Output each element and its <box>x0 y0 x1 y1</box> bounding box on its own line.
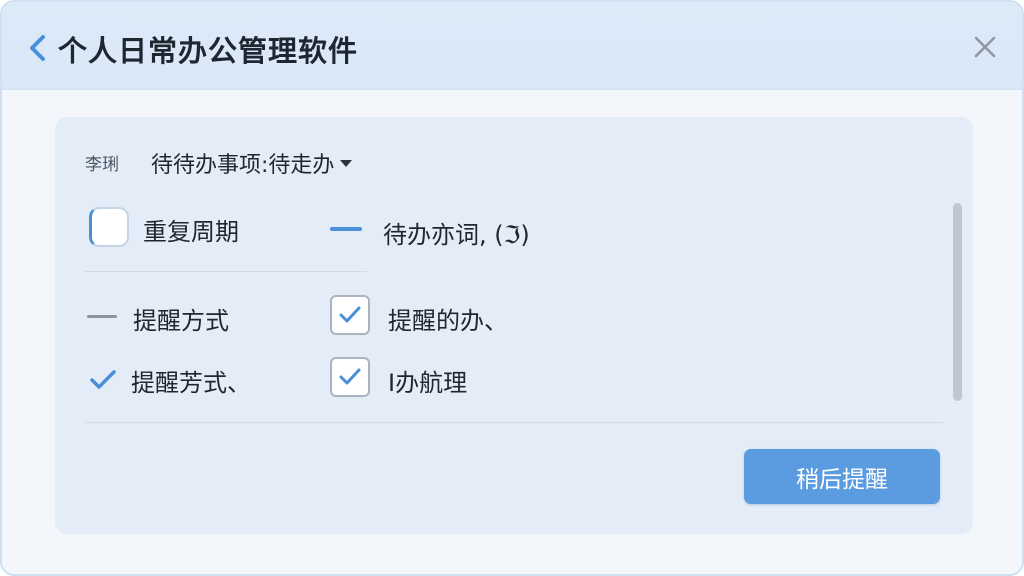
handle-label: I办航理 <box>388 369 468 397</box>
divider <box>85 271 367 272</box>
title-bar: 个人日常办公管理软件 <box>2 2 1022 90</box>
reminder-method-checked-label: 提醒芳式、 <box>131 369 251 397</box>
minus-icon <box>330 227 362 231</box>
vertical-scrollbar[interactable] <box>953 203 962 401</box>
reminder-method-label: 提醒方式 <box>133 307 229 335</box>
divider <box>85 422 943 423</box>
chevron-left-icon[interactable] <box>26 32 50 64</box>
todo-dropdown[interactable]: 待待办事项:待走办 <box>151 147 353 179</box>
handle-checkbox[interactable] <box>330 357 370 397</box>
minus-icon <box>87 315 117 318</box>
todo-dropdown-value: 待待办事项:待走办 <box>151 153 335 178</box>
repeat-label: 重复周期 <box>143 218 239 246</box>
reminder-todo-checkbox[interactable] <box>330 295 370 335</box>
caret-down-icon <box>340 160 353 167</box>
reminder-panel: 李琍 待待办事项:待走办 重复周期 待办亦词, (ℑ) 提醒方式 提醒的办、 提… <box>55 117 973 534</box>
repeat-toggle[interactable] <box>89 207 129 247</box>
check-icon[interactable] <box>89 369 117 391</box>
app-window: 个人日常办公管理软件 李琍 待待办事项:待走办 重复周期 待办亦词, (ℑ) 提… <box>0 0 1024 576</box>
snooze-button[interactable]: 稍后提醒 <box>744 449 940 504</box>
task-owner-label: 李琍 <box>85 155 119 175</box>
window-title: 个人日常办公管理软件 <box>58 34 359 68</box>
todo-count-label: 待办亦词, (ℑ) <box>383 221 530 249</box>
reminder-todo-label: 提醒的办、 <box>388 307 508 335</box>
check-icon <box>339 306 361 323</box>
check-icon <box>339 368 361 385</box>
close-icon[interactable] <box>972 34 998 60</box>
snooze-button-label: 稍后提醒 <box>796 466 888 493</box>
